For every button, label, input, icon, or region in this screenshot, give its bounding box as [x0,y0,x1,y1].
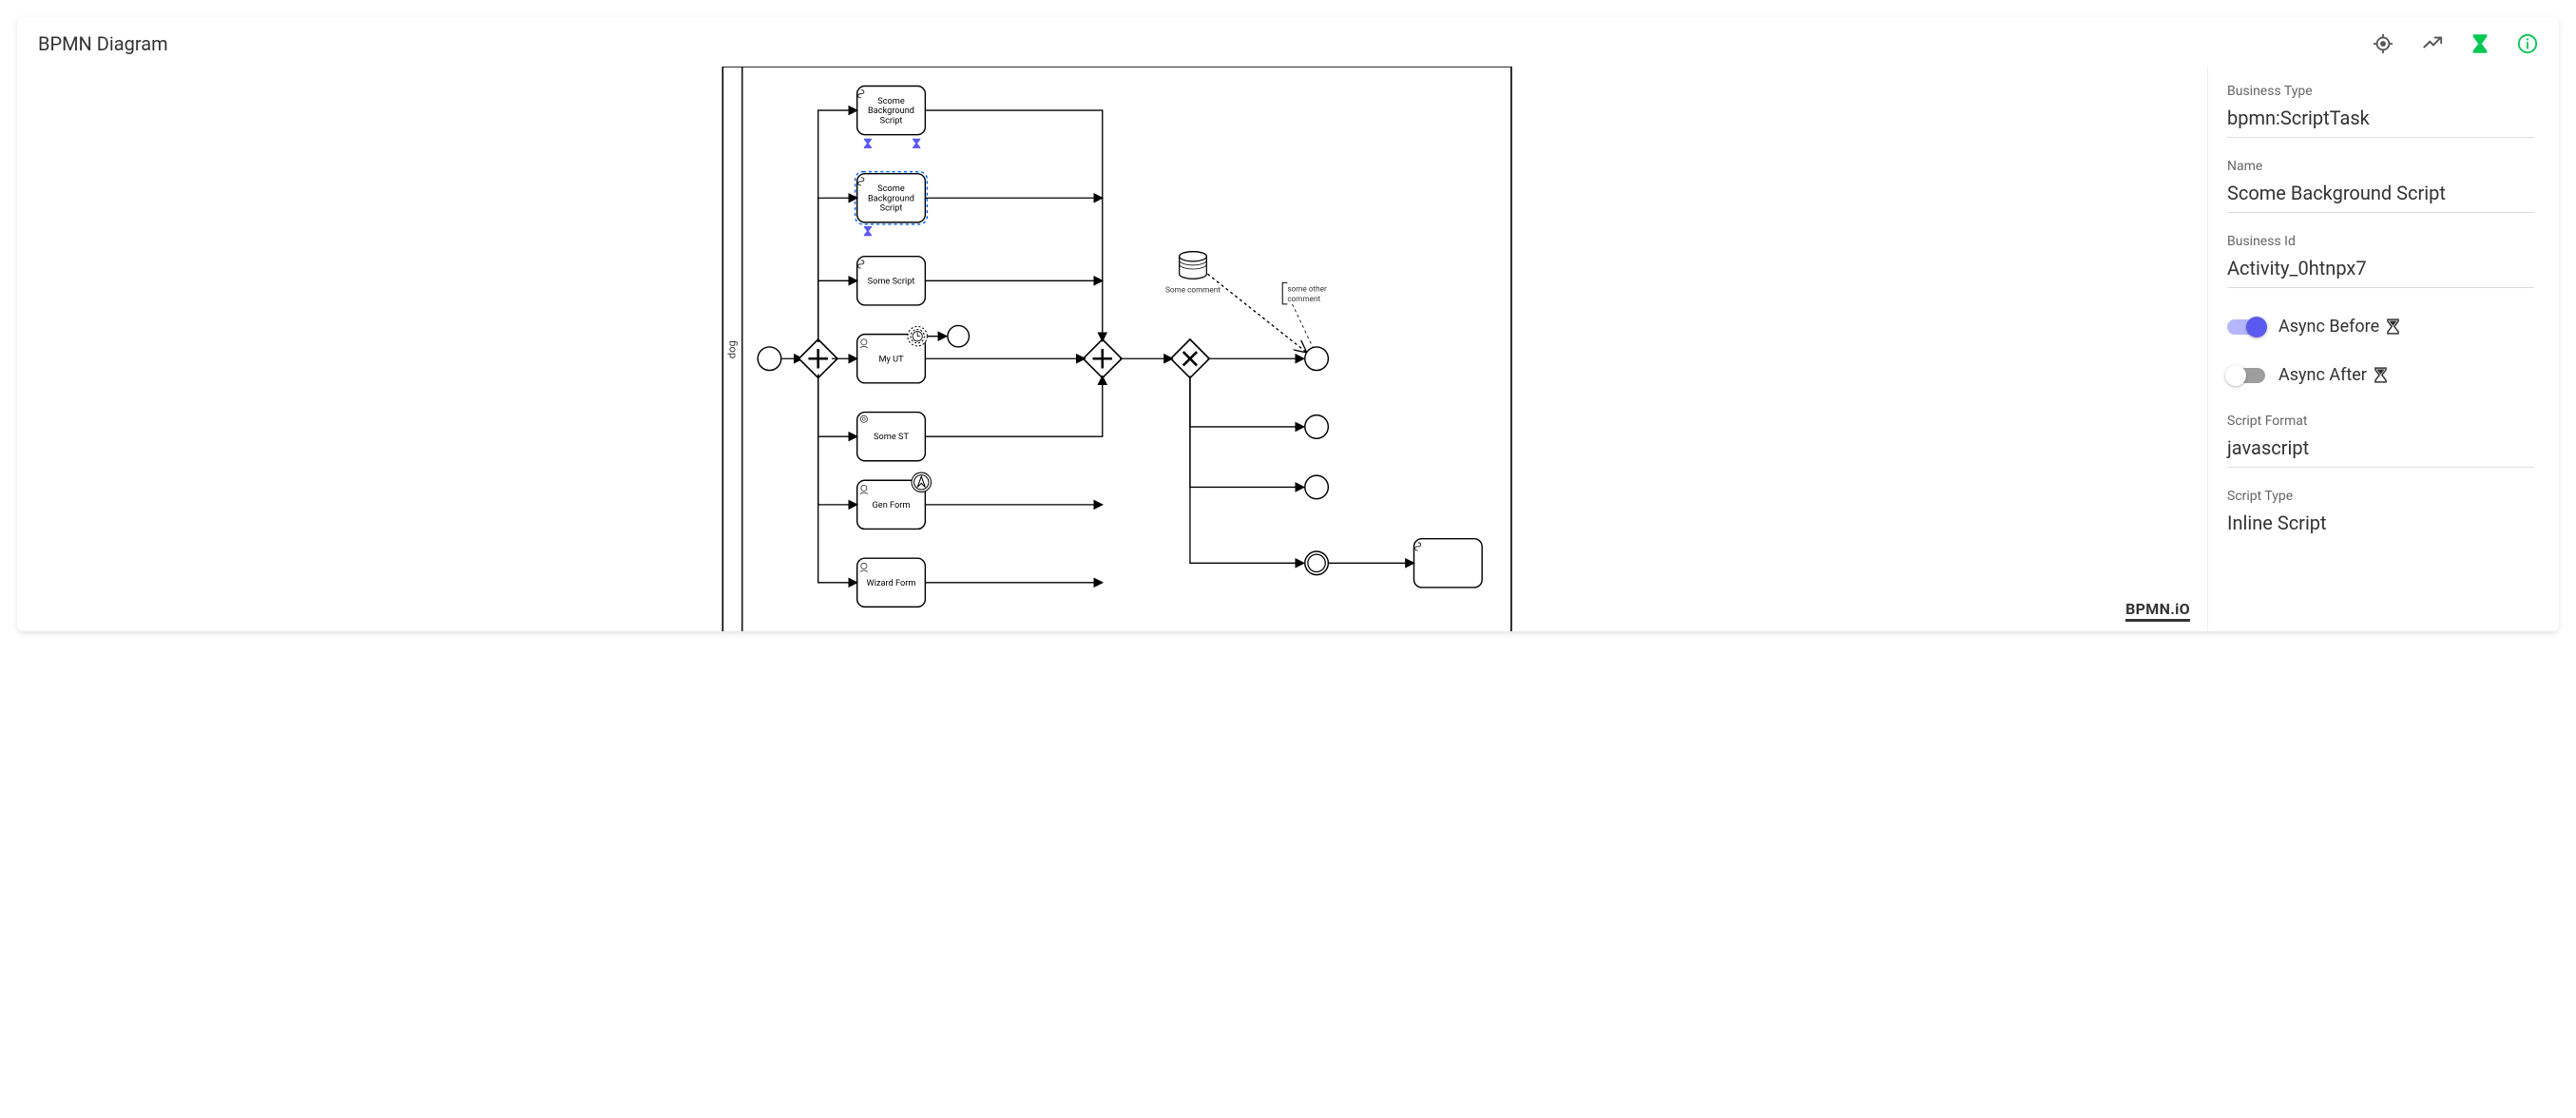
bpmn-card: BPMN Diagram [17,17,2559,631]
task-scome-bg-1[interactable]: Scome Background Script [857,86,926,134]
property-field: Script Format javascript [2227,414,2534,468]
field-value[interactable]: javascript [2227,434,2534,468]
task-some-script[interactable]: Some Script [857,257,926,305]
field-value[interactable]: Inline Script [2227,510,2534,534]
card-header: BPMN Diagram [17,17,2559,67]
task-wizard-form[interactable]: Wizard Form [857,558,926,607]
hourglass-icon[interactable] [2471,33,2489,54]
async-marker-icon [913,139,920,148]
toggle-switch[interactable] [2227,319,2265,335]
start-event[interactable] [758,347,781,371]
svg-text:Gen Form: Gen Form [873,500,911,511]
toggle-label: Async Before [2278,317,2399,337]
field-label: Business Type [2227,84,2534,99]
svg-text:My UT: My UT [878,354,904,364]
property-field: Business Id Activity_0htnpx7 [2227,234,2534,288]
toggle-label: Async After [2278,365,2387,385]
diagram-canvas[interactable]: dog Scome Background [17,67,2207,631]
timer-boundary-event[interactable] [908,326,927,345]
end-event-1[interactable] [1305,347,1329,371]
async-marker-icon [864,139,872,148]
task-script-empty[interactable] [1413,539,1482,588]
properties-panel: Business Type bpmn:ScriptTask Name Scome… [2207,67,2559,631]
data-store[interactable] [1180,252,1207,280]
parallel-gateway-1[interactable] [798,339,837,378]
toggle-row: Async After [2227,365,2534,385]
history-icon[interactable] [2422,33,2443,54]
svg-text:some other: some other [1287,284,1327,294]
svg-text:Script: Script [880,115,903,125]
toggle-switch[interactable] [2227,368,2265,383]
property-field: Business Type bpmn:ScriptTask [2227,84,2534,138]
property-field: Script Type Inline Script [2227,489,2534,534]
field-label: Script Type [2227,489,2534,504]
page-title: BPMN Diagram [38,32,168,55]
exclusive-gateway[interactable] [1171,339,1210,378]
data-store-label: Some comment [1165,285,1221,295]
field-value[interactable]: bpmn:ScriptTask [2227,105,2534,138]
field-value[interactable]: Activity_0htnpx7 [2227,255,2534,288]
header-icon-bar [2373,33,2538,54]
field-label: Script Format [2227,414,2534,429]
task-scome-bg-2-selected[interactable]: Scome Background Script [855,172,928,224]
field-label: Name [2227,159,2534,174]
svg-text:Script: Script [880,203,903,214]
lane-label: dog [726,340,739,358]
svg-text:Some Script: Some Script [868,276,915,286]
svg-text:Some ST: Some ST [874,432,909,442]
end-event-3[interactable] [1305,475,1329,499]
hourglass-icon [2387,318,2399,335]
svg-text:comment: comment [1287,294,1320,303]
field-value[interactable]: Scome Background Script [2227,180,2534,213]
bpmn-io-logo[interactable]: BPMN.iO [2125,600,2190,622]
end-event-2[interactable] [1305,415,1329,439]
svg-text:Wizard Form: Wizard Form [867,578,916,588]
field-label: Business Id [2227,234,2534,249]
locate-icon[interactable] [2373,33,2393,54]
info-icon[interactable] [2517,33,2538,54]
escalation-boundary-event[interactable] [912,472,931,492]
task-some-st[interactable]: Some ST [857,413,926,461]
async-marker-icon [864,226,872,236]
intermediate-throw-event[interactable] [1305,551,1329,575]
property-field: Name Scome Background Script [2227,159,2534,213]
text-annotation[interactable]: some other comment [1282,282,1327,304]
toggle-row: Async Before [2227,317,2534,337]
hourglass-icon [2374,367,2387,383]
intermediate-event[interactable] [948,325,970,347]
parallel-gateway-2[interactable] [1083,339,1122,378]
